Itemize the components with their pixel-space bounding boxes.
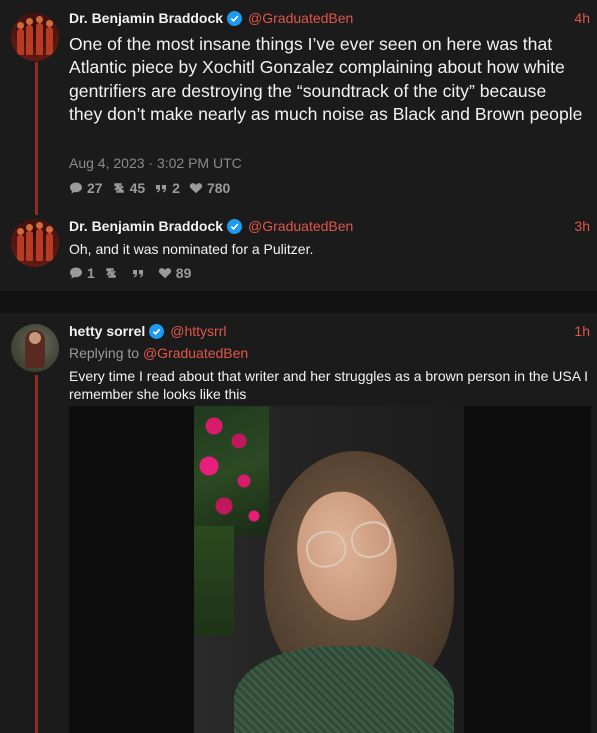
retweet-icon <box>105 268 116 278</box>
tweet-text: Every time I read about that writer and … <box>69 368 589 402</box>
reply-stat[interactable]: 27 <box>69 180 103 196</box>
thread-line <box>35 205 38 215</box>
author-name[interactable]: Dr. Benjamin Braddock <box>69 218 223 234</box>
tweet-header: Dr. Benjamin Braddock @GraduatedBen <box>69 10 353 26</box>
quote-stat[interactable] <box>131 266 149 280</box>
avatar[interactable] <box>11 324 59 372</box>
tweet-3[interactable]: hetty sorrel @httysrrl 1h Replying to @G… <box>0 313 597 733</box>
retweet-count: 45 <box>129 180 146 196</box>
tweet-time[interactable]: 1h <box>574 323 590 339</box>
tweet-1[interactable]: Dr. Benjamin Braddock @GraduatedBen 4h O… <box>0 0 597 205</box>
flowers-background <box>194 406 269 536</box>
tweet-time[interactable]: 4h <box>574 10 590 26</box>
like-count: 780 <box>206 180 231 196</box>
speech-bubble-icon <box>70 267 82 279</box>
media-container[interactable] <box>69 406 591 733</box>
thread-separator <box>0 291 597 313</box>
heart-icon <box>189 183 203 194</box>
verified-badge-icon <box>149 323 165 339</box>
reply-count: 27 <box>87 180 103 196</box>
reply-count: 1 <box>87 265 95 281</box>
reply-stat[interactable]: 1 <box>69 265 95 281</box>
tweet-stats: 27 45 2 780 <box>69 180 239 196</box>
avatar[interactable] <box>11 13 59 61</box>
tweet-header: Dr. Benjamin Braddock @GraduatedBen <box>69 218 353 234</box>
tweet-text: Oh, and it was nominated for a Pulitzer. <box>69 241 314 257</box>
thread-line <box>35 375 38 733</box>
replying-to: Replying to @GraduatedBen <box>69 345 248 361</box>
tweet-text: One of the most insane things I’ve ever … <box>69 34 583 125</box>
author-handle[interactable]: @GraduatedBen <box>248 218 353 234</box>
replying-mention[interactable]: @GraduatedBen <box>143 345 248 361</box>
like-stat[interactable]: 89 <box>158 265 192 281</box>
retweet-stat[interactable] <box>104 266 122 280</box>
author-name[interactable]: hetty sorrel <box>69 323 145 339</box>
author-handle[interactable]: @httysrrl <box>170 323 226 339</box>
verified-badge-icon <box>227 218 243 234</box>
retweet-stat[interactable]: 45 <box>112 180 146 196</box>
tweet-time[interactable]: 3h <box>574 218 590 234</box>
tweet-2[interactable]: Dr. Benjamin Braddock @GraduatedBen 3h O… <box>0 205 597 291</box>
speech-bubble-icon <box>70 182 82 194</box>
avatar[interactable] <box>11 219 59 267</box>
thread-line <box>35 62 38 205</box>
quote-icon <box>132 270 143 278</box>
tweet-header: hetty sorrel @httysrrl <box>69 323 226 339</box>
quote-icon <box>156 185 167 193</box>
verified-badge-icon <box>227 10 243 26</box>
tweet-stats: 1 89 <box>69 265 200 281</box>
author-handle[interactable]: @GraduatedBen <box>248 10 353 26</box>
like-count: 89 <box>175 265 192 281</box>
author-name[interactable]: Dr. Benjamin Braddock <box>69 10 223 26</box>
quote-stat[interactable]: 2 <box>154 180 180 196</box>
retweet-icon <box>113 183 124 193</box>
quote-count: 2 <box>172 180 180 196</box>
attached-photo[interactable] <box>194 406 464 733</box>
heart-icon <box>158 268 171 279</box>
like-stat[interactable]: 780 <box>189 180 230 196</box>
tweet-date[interactable]: Aug 4, 2023 · 3:02 PM UTC <box>69 155 242 171</box>
replying-label: Replying to <box>69 345 140 361</box>
